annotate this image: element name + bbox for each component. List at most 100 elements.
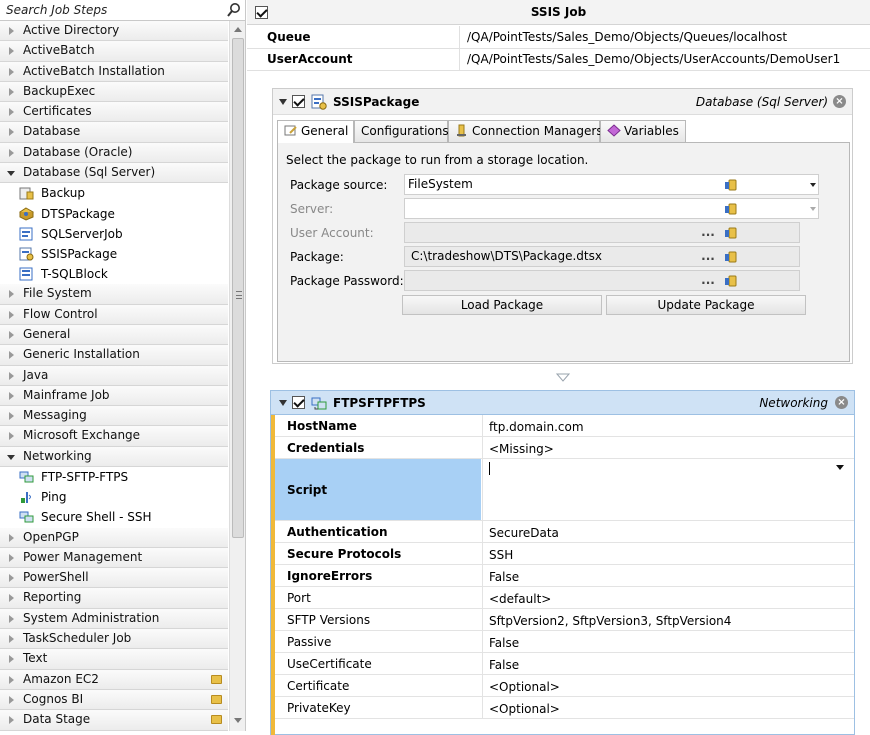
property-value[interactable]: False [482,653,854,674]
property-row-credentials[interactable]: Credentials <Missing> [275,437,854,459]
database-icon[interactable] [724,226,737,239]
database-icon[interactable] [724,202,737,215]
step-item-backup[interactable]: Backup [0,183,228,204]
property-value[interactable]: SecureData [482,521,854,542]
collapse-icon[interactable] [279,400,287,406]
category-database[interactable]: Database [0,122,228,143]
queue-value[interactable]: /QA/PointTests/Sales_Demo/Objects/Queues… [467,30,787,44]
category-reporting[interactable]: Reporting [0,588,228,609]
collapsed-arrow-icon[interactable] [9,594,14,603]
category-database-sql-server[interactable]: Database (Sql Server) [0,163,228,184]
collapsed-arrow-icon[interactable] [9,67,14,76]
property-value[interactable]: SSH [482,543,854,564]
category-backupexec[interactable]: BackupExec [0,81,228,103]
property-row-script[interactable]: Script [275,459,854,521]
collapsed-arrow-icon[interactable] [9,716,14,725]
collapsed-arrow-icon[interactable] [9,655,14,664]
ftp-step-checkbox[interactable] [292,396,305,409]
collapsed-arrow-icon[interactable] [9,290,14,299]
tab-configurations[interactable]: Configurations [354,120,449,142]
collapsed-arrow-icon[interactable] [9,533,14,542]
category-database-oracle[interactable]: Database (Oracle) [0,142,228,164]
category-activebatch-installation[interactable]: ActiveBatch Installation [0,61,228,82]
property-row-certificate[interactable]: Certificate <Optional> [275,675,854,697]
category-java[interactable]: Java [0,365,228,386]
collapsed-arrow-icon[interactable] [9,310,14,319]
property-value[interactable]: False [482,631,854,652]
collapsed-arrow-icon[interactable] [9,148,14,157]
category-certificates[interactable]: Certificates [0,102,228,123]
browse-password-button[interactable]: ... [700,273,716,289]
expanded-arrow-icon[interactable] [7,171,15,177]
collapse-icon[interactable] [279,99,287,105]
ssis-step-checkbox[interactable] [292,95,305,108]
dropdown-arrow-icon[interactable] [810,183,816,187]
property-row-ignoreerrors[interactable]: IgnoreErrors False [275,565,854,587]
category-active-directory[interactable]: Active Directory [0,21,228,42]
collapsed-arrow-icon[interactable] [9,391,14,400]
property-value[interactable]: <Optional> [482,697,854,718]
category-mainframe-job[interactable]: Mainframe Job [0,385,228,407]
category-amazon-ec2[interactable]: Amazon EC2 [0,669,228,690]
user-account-input[interactable] [404,222,800,243]
property-row-passive[interactable]: Passive False [275,631,854,653]
step-item-ssispackage[interactable]: SSISPackage [0,243,228,265]
dropdown-arrow-icon[interactable] [810,207,816,211]
category-networking[interactable]: Networking [0,446,228,467]
property-value[interactable]: ftp.domain.com [482,415,854,436]
collapsed-arrow-icon[interactable] [9,371,14,380]
step-item-ftp-sftp-ftps[interactable]: FTP-SFTP-FTPS [0,466,228,488]
collapsed-arrow-icon[interactable] [9,553,14,562]
collapsed-arrow-icon[interactable] [9,108,14,117]
property-row-authentication[interactable]: Authentication SecureData [275,521,854,543]
category-file-system[interactable]: File System [0,284,228,305]
search-input[interactable]: Search Job Steps [6,3,107,17]
property-value[interactable] [482,459,854,520]
step-item-t-sqlblock[interactable]: T-SQLBlock [0,264,228,285]
property-row-hostname[interactable]: HostName ftp.domain.com [275,415,854,437]
collapsed-arrow-icon[interactable] [9,87,14,96]
remove-step-icon[interactable]: × [835,396,848,409]
category-taskscheduler-job[interactable]: TaskScheduler Job [0,629,228,650]
package-source-select[interactable]: FileSystem [404,174,819,195]
category-messaging[interactable]: Messaging [0,406,228,427]
category-cognos-bi[interactable]: Cognos BI [0,689,228,711]
collapsed-arrow-icon[interactable] [9,635,14,644]
tab-general[interactable]: General [277,120,354,143]
browse-user-account-button[interactable]: ... [700,225,716,241]
step-item-sqlserverjob[interactable]: SQLServerJob [0,223,228,244]
property-value[interactable]: False [482,565,854,586]
category-generic-installation[interactable]: Generic Installation [0,345,228,366]
scroll-thumb[interactable] [232,38,244,538]
category-flow-control[interactable]: Flow Control [0,304,228,325]
expanded-arrow-icon[interactable] [7,454,15,460]
user-account-value[interactable]: /QA/PointTests/Sales_Demo/Objects/UserAc… [467,52,840,66]
property-row-port[interactable]: Port <default> [275,587,854,609]
queue-row[interactable]: Queue /QA/PointTests/Sales_Demo/Objects/… [247,26,870,49]
tab-connection-managers[interactable]: Connection Managers [448,120,603,142]
property-row-sftp-versions[interactable]: SFTP Versions SftpVersion2, SftpVersion3,… [275,609,854,631]
property-row-secure-protocols[interactable]: Secure Protocols SSH [275,543,854,565]
category-activebatch[interactable]: ActiveBatch [0,41,228,62]
collapsed-arrow-icon[interactable] [9,330,14,339]
collapsed-arrow-icon[interactable] [9,412,14,421]
category-power-management[interactable]: Power Management [0,547,228,569]
step-item-ping[interactable]: Ping [0,487,228,508]
category-data-stage[interactable]: Data Stage [0,710,228,731]
property-value[interactable]: <Optional> [482,675,854,696]
category-system-administration[interactable]: System Administration [0,608,228,630]
property-value[interactable]: <Missing> [482,437,854,458]
package-password-input[interactable] [404,270,800,291]
remove-step-icon[interactable]: × [833,95,846,108]
browse-package-button[interactable]: ... [700,249,716,265]
scroll-down-icon[interactable] [234,718,242,723]
tab-variables[interactable]: Variables [600,120,686,142]
server-select[interactable] [404,198,819,219]
category-text[interactable]: Text [0,649,228,670]
step-item-dtspackage[interactable]: DTSPackage [0,203,228,224]
category-openpgp[interactable]: OpenPGP [0,527,228,548]
collapsed-arrow-icon[interactable] [9,675,14,684]
package-input[interactable]: C:\tradeshow\DTS\Package.dtsx [404,246,800,267]
search-box[interactable]: Search Job Steps [0,0,245,21]
collapsed-arrow-icon[interactable] [9,351,14,360]
